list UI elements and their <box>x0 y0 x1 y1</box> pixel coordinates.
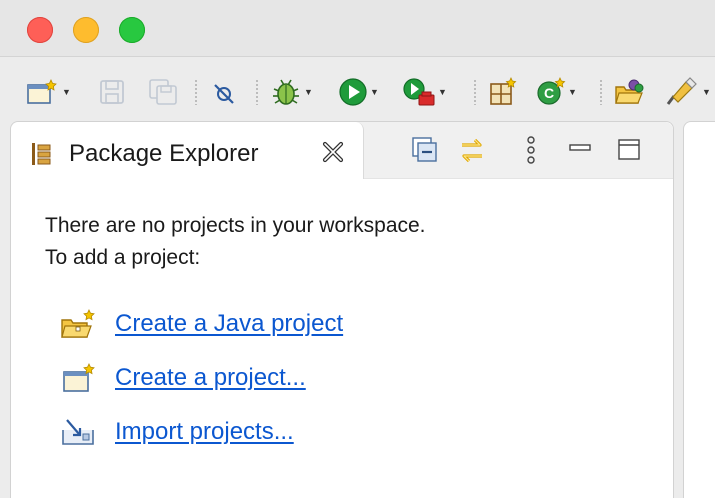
toolbar-separator <box>600 79 602 105</box>
close-window-button[interactable] <box>27 17 53 43</box>
new-java-class-button[interactable]: C ▼ <box>536 77 577 107</box>
open-type-button[interactable] <box>614 77 646 107</box>
new-project-icon <box>63 363 95 392</box>
new-wizard-button[interactable]: ▼ <box>26 77 71 107</box>
tab-label: Package Explorer <box>69 140 259 167</box>
import-icon <box>62 419 94 445</box>
create-java-project-link[interactable]: Create a Java project <box>59 308 343 340</box>
save-button[interactable] <box>98 77 126 107</box>
save-all-icon <box>149 79 177 105</box>
debug-button[interactable]: ▼ <box>270 77 313 107</box>
close-icon[interactable] <box>321 140 345 164</box>
chevron-down-icon[interactable]: ▼ <box>370 87 379 97</box>
link-with-editor-icon[interactable] <box>457 136 487 166</box>
maximize-window-button[interactable] <box>119 17 145 43</box>
open-type-icon <box>615 79 644 104</box>
toolbar-separator <box>474 79 476 105</box>
chevron-down-icon[interactable]: ▼ <box>304 87 313 97</box>
editor-area <box>683 121 715 498</box>
message-line: There are no projects in your workspace. <box>45 214 426 237</box>
package-explorer-pane: Package Explorer There are no projects i… <box>10 121 674 498</box>
chevron-down-icon[interactable]: ▼ <box>438 87 447 97</box>
create-project-link[interactable]: Create a project... <box>59 362 306 394</box>
save-icon <box>100 80 124 104</box>
maximize-view-icon[interactable] <box>617 136 641 164</box>
toolbar-separator <box>256 79 258 105</box>
new-java-package-icon <box>490 77 517 105</box>
skip-breakpoints-icon <box>214 84 234 104</box>
new-java-class-icon: C <box>537 77 566 105</box>
view-menu-icon[interactable] <box>525 136 537 164</box>
run-button[interactable]: ▼ <box>338 77 379 107</box>
collapse-all-icon[interactable] <box>411 136 439 164</box>
main-toolbar: ▼ ▼ ▼ ▼ C ▼ ▼ <box>0 57 715 119</box>
package-explorer-icon <box>32 143 51 165</box>
link-label[interactable]: Create a Java project <box>115 310 343 338</box>
chevron-down-icon[interactable]: ▼ <box>62 87 71 97</box>
new-java-package-button[interactable] <box>488 77 518 107</box>
skip-breakpoints-button[interactable] <box>210 77 238 107</box>
import-projects-link[interactable]: Import projects... <box>59 416 294 448</box>
search-icon <box>666 77 697 105</box>
new-java-project-icon <box>61 309 95 338</box>
minimize-view-icon[interactable] <box>568 136 592 164</box>
title-bar <box>0 0 715 56</box>
external-tools-button[interactable]: ▼ <box>402 77 447 107</box>
pane-tab-strip: Package Explorer <box>11 122 673 179</box>
external-tools-icon <box>403 78 435 106</box>
chevron-down-icon[interactable]: ▼ <box>568 87 577 97</box>
debug-icon <box>273 79 299 105</box>
new-wizard-icon <box>27 79 57 104</box>
toolbar-separator <box>195 79 197 105</box>
run-icon <box>339 78 367 106</box>
search-button[interactable]: ▼ <box>664 77 711 107</box>
svg-text:C: C <box>544 85 554 101</box>
minimize-window-button[interactable] <box>73 17 99 43</box>
chevron-down-icon[interactable]: ▼ <box>702 87 711 97</box>
message-line: To add a project: <box>45 246 201 269</box>
link-label[interactable]: Import projects... <box>115 418 294 446</box>
tab-package-explorer[interactable]: Package Explorer <box>11 122 364 179</box>
save-all-button[interactable] <box>148 77 180 107</box>
empty-workspace-message: There are no projects in your workspace.… <box>45 210 426 274</box>
link-label[interactable]: Create a project... <box>115 364 306 392</box>
